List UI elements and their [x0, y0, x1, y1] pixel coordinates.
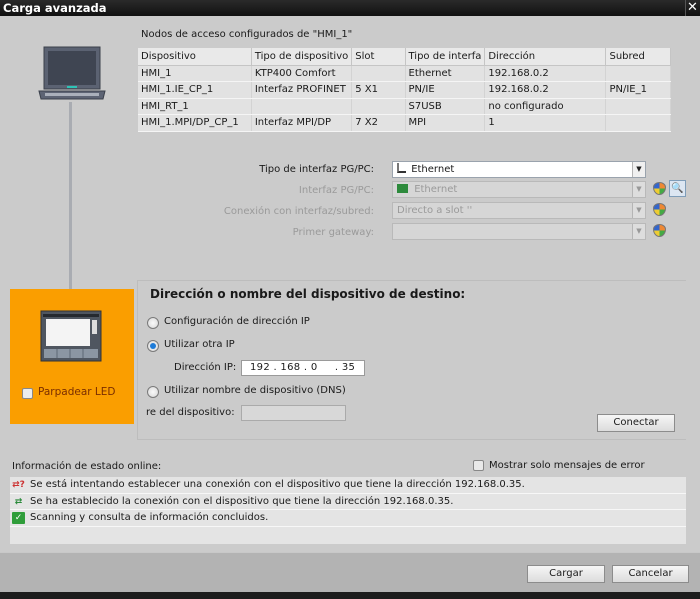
pgpc-interface-label: Interfaz PG/PC: [298, 185, 374, 196]
table-cell [351, 98, 406, 115]
only-errors-label: Mostrar solo mensajes de error [489, 460, 645, 471]
connection-value: Directo a slot '' [397, 205, 473, 216]
connection-label: Conexión con interfaz/subred: [223, 206, 374, 217]
column-header[interactable]: Subred [605, 48, 671, 66]
interface-type-value: Ethernet [411, 164, 455, 175]
table-cell: Interfaz MPI/DP [251, 114, 353, 132]
table-cell: KTP400 Comfort [251, 65, 353, 82]
status-message-empty [10, 527, 686, 544]
column-header[interactable]: Tipo de dispositivo [251, 48, 353, 66]
window-titlebar: Carga avanzada ✕ [0, 0, 700, 16]
ethernet-icon [397, 163, 406, 173]
status-message-list: ⇄? Se está intentando establecer una con… [10, 477, 686, 544]
table-row[interactable]: HMI_RT_1 S7USB no configurado [138, 98, 671, 115]
table-cell [605, 98, 671, 115]
connected-icon: ⇄ [14, 496, 23, 507]
connecting-icon: ⇄? [12, 480, 25, 490]
table-row[interactable]: HMI_1.MPI/DP_CP_1 Interfaz MPI/DP 7 X2 MPI 1 [138, 114, 671, 132]
device-name-input[interactable] [241, 405, 346, 421]
table-cell [605, 65, 671, 82]
table-cell: 1 [484, 114, 607, 132]
ip-address-label: Dirección IP: [174, 362, 237, 373]
connection-select[interactable]: Directo a slot '' ▼ [392, 202, 646, 219]
hmi-panel-icon [40, 310, 102, 362]
column-header[interactable]: Dirección [484, 48, 607, 66]
table-row[interactable]: HMI_1 KTP400 Comfort Ethernet 192.168.0.2 [138, 65, 671, 82]
table-cell: 5 X1 [351, 81, 406, 99]
table-cell: 192.168.0.2 [484, 81, 607, 99]
table-cell: Interfaz PROFINET [251, 81, 353, 99]
status-message: ⇄? Se está intentando establecer una con… [10, 477, 686, 494]
dns-name-label: Utilizar nombre de dispositivo (DNS) [164, 385, 346, 396]
target-address-title: Dirección o nombre del dispositivo de de… [150, 287, 466, 301]
only-errors-checkbox[interactable] [473, 460, 484, 471]
table-cell: no configurado [484, 98, 607, 115]
window-title: Carga avanzada [3, 1, 107, 15]
load-button[interactable]: Cargar [527, 565, 605, 583]
bottom-bar [0, 592, 700, 599]
column-header[interactable]: Slot [351, 48, 406, 66]
gateway-select[interactable]: ▼ [392, 223, 646, 240]
chevron-down-icon[interactable]: ▼ [632, 224, 645, 239]
table-cell: MPI [405, 114, 486, 132]
search-icon[interactable]: 🔍 [669, 180, 686, 197]
success-check-icon: ✓ [12, 512, 25, 524]
network-card-icon [397, 184, 408, 193]
ip-address-input[interactable]: 192 . 168 . 0 . 35 [241, 360, 365, 376]
status-message: ✓ Scanning y consulta de información con… [10, 510, 686, 527]
security-shield-icon[interactable] [653, 182, 666, 195]
access-nodes-label: Nodos de acceso configurados de "HMI_1" [141, 29, 353, 40]
blink-led-label: Parpadear LED [38, 386, 116, 398]
security-shield-icon[interactable] [653, 203, 666, 216]
table-cell: HMI_1.IE_CP_1 [138, 81, 252, 99]
chevron-down-icon[interactable]: ▼ [632, 203, 645, 218]
column-header[interactable]: Dispositivo [138, 48, 252, 66]
table-cell: Ethernet [405, 65, 486, 82]
table-cell: 192.168.0.2 [484, 65, 607, 82]
table-cell: 7 X2 [351, 114, 406, 132]
device-name-label: re del dispositivo: [146, 407, 235, 418]
chevron-down-icon[interactable]: ▼ [632, 162, 645, 177]
table-row[interactable]: HMI_1.IE_CP_1 Interfaz PROFINET 5 X1 PN/IE 1… [138, 81, 671, 99]
table-cell [251, 98, 353, 115]
column-header[interactable]: Tipo de interfa [405, 48, 486, 66]
connect-button[interactable]: Conectar [597, 414, 675, 432]
pgpc-interface-value: Ethernet [414, 184, 458, 195]
table-cell: HMI_RT_1 [138, 98, 252, 115]
connection-line [69, 102, 72, 289]
pg-pc-laptop-icon [38, 46, 106, 100]
table-cell: S7USB [405, 98, 486, 115]
interface-type-select[interactable]: Ethernet ▼ [392, 161, 646, 178]
config-ip-label: Configuración de dirección IP [164, 316, 310, 327]
chevron-down-icon[interactable]: ▼ [632, 182, 645, 197]
dns-name-radio[interactable] [147, 386, 159, 398]
security-shield-icon[interactable] [653, 224, 666, 237]
other-ip-radio[interactable] [147, 340, 159, 352]
pgpc-interface-select[interactable]: Ethernet ▼ [392, 181, 646, 198]
table-cell: PN/IE [405, 81, 486, 99]
interface-type-label: Tipo de interfaz PG/PC: [259, 164, 374, 175]
close-icon[interactable]: ✕ [685, 0, 699, 16]
access-nodes-table: Dispositivo Tipo de dispositivo Slot Tipo d… [138, 48, 671, 132]
table-cell: PN/IE_1 [605, 81, 671, 99]
table-cell: HMI_1 [138, 65, 252, 82]
online-status-label: Información de estado online: [12, 461, 162, 472]
config-ip-radio[interactable] [147, 317, 159, 329]
blink-led-checkbox[interactable] [22, 388, 33, 399]
table-cell [605, 114, 671, 132]
table-cell: HMI_1.MPI/DP_CP_1 [138, 114, 252, 132]
gateway-label: Primer gateway: [292, 227, 374, 238]
cancel-button[interactable]: Cancelar [612, 565, 689, 583]
status-message: ⇄ Se ha establecido la conexión con el d… [10, 494, 686, 510]
other-ip-label: Utilizar otra IP [164, 339, 235, 350]
table-cell [351, 65, 406, 82]
